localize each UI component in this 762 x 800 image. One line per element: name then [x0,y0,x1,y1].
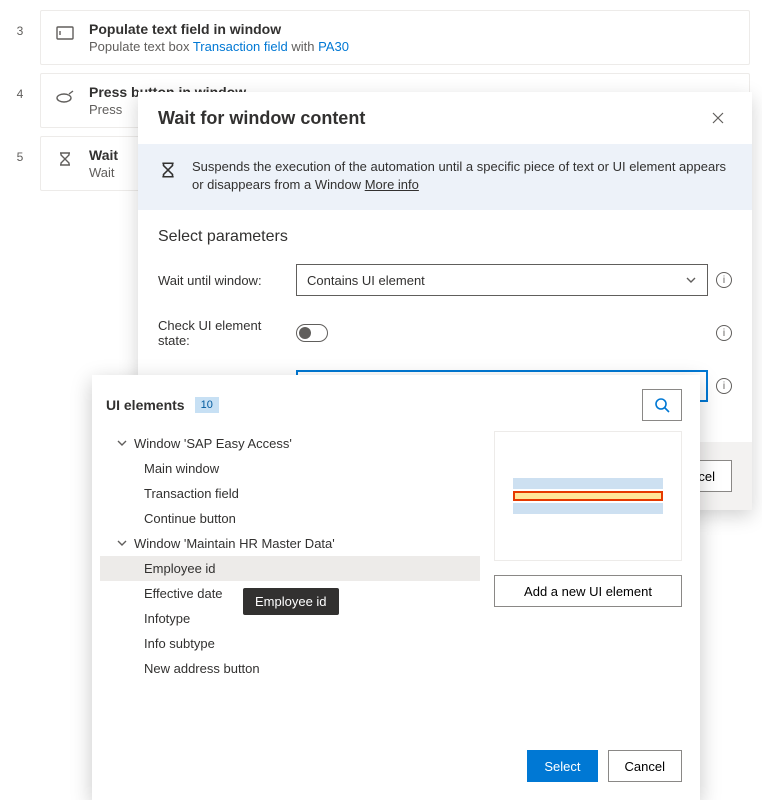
check-state-label: Check UI element state: [158,318,288,348]
tree-group-maintain-hr[interactable]: Window 'Maintain HR Master Data' [100,531,480,556]
cancel-button[interactable]: Cancel [608,750,682,782]
check-state-toggle[interactable] [296,324,328,342]
step-subtitle: Wait [89,165,118,180]
step-title: Wait [89,147,118,163]
step-number: 5 [0,136,40,191]
banner-text: Suspends the execution of the automation… [192,159,726,192]
dialog-banner: Suspends the execution of the automation… [138,144,752,210]
tree-group-label: Window 'Maintain HR Master Data' [134,536,335,551]
tree-item[interactable]: Continue button [100,506,480,531]
tree-group-label: Window 'SAP Easy Access' [134,436,292,451]
ui-element-picker: UI elements 10 Window 'SAP Easy Access' … [92,375,700,800]
wait-until-dropdown[interactable]: Contains UI element [296,264,708,296]
tree-item[interactable]: Infotype [100,606,480,631]
step-number: 4 [0,73,40,128]
preview-thumbnail [494,431,682,561]
search-icon [654,397,670,413]
element-count-badge: 10 [195,397,219,413]
dropdown-value: Contains UI element [307,273,425,288]
add-ui-element-button[interactable]: Add a new UI element [494,575,682,607]
press-button-icon [55,86,75,106]
info-icon[interactable]: i [716,272,732,288]
step-3[interactable]: 3 Populate text field in window Populate… [0,10,762,65]
step-subtitle: Populate text box Transaction field with… [89,39,349,54]
section-title: Select parameters [158,228,732,246]
tree-item[interactable]: Transaction field [100,481,480,506]
chevron-down-icon [114,536,130,551]
tree-item-employee-id[interactable]: Employee id [100,556,480,581]
tree-item[interactable]: Main window [100,456,480,481]
picker-title: UI elements [106,397,185,413]
ui-tree: Window 'SAP Easy Access' Main window Tra… [100,431,480,681]
chevron-down-icon [114,436,130,451]
dialog-title: Wait for window content [158,108,365,129]
select-button[interactable]: Select [527,750,597,782]
step-number: 3 [0,10,40,65]
chevron-down-icon [685,274,697,286]
info-icon[interactable]: i [716,325,732,341]
wait-until-label: Wait until window: [158,273,288,288]
tree-item[interactable]: Effective date [100,581,480,606]
step-title: Populate text field in window [89,21,349,37]
text-field-icon [55,23,75,43]
more-info-link[interactable]: More info [365,177,419,192]
tree-item[interactable]: Info subtype [100,631,480,656]
hourglass-icon [55,149,75,169]
search-button[interactable] [642,389,682,421]
close-button[interactable] [704,104,732,132]
tree-item[interactable]: New address button [100,656,480,681]
info-icon[interactable]: i [716,378,732,394]
tree-group-sap-easy-access[interactable]: Window 'SAP Easy Access' [100,431,480,456]
hourglass-icon [158,160,178,180]
